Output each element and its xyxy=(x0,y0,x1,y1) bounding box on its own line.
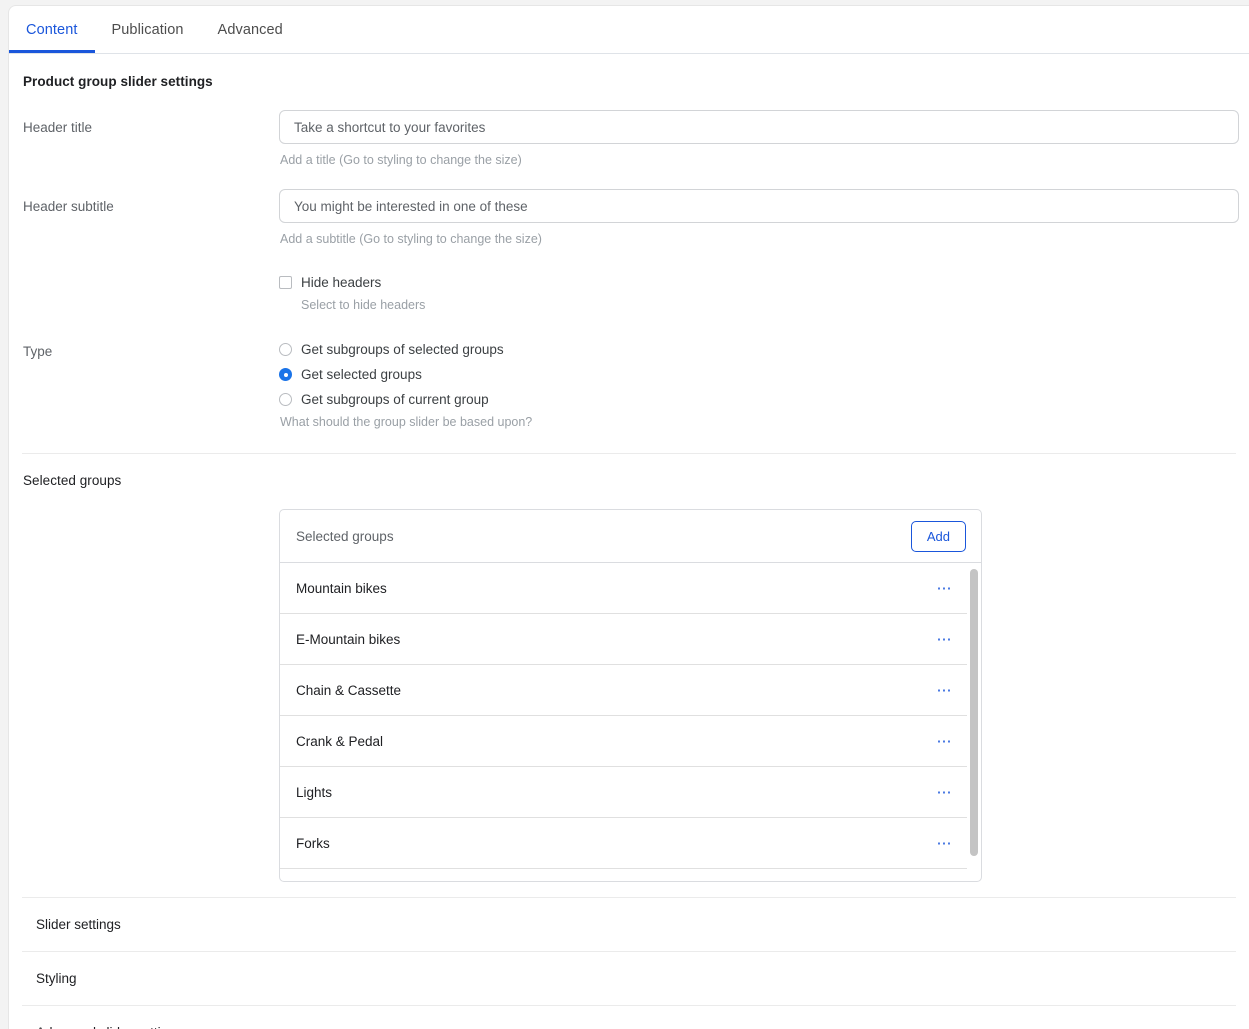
radio-subgroups-of-selected-groups[interactable] xyxy=(279,343,292,356)
type-row: Type Get subgroups of selected groups Ge… xyxy=(9,312,1249,429)
hide-headers-checkbox-row[interactable]: Hide headers xyxy=(279,275,1236,290)
header-title-row: Header title Add a title (Go to styling … xyxy=(9,89,1249,167)
hide-headers-field: Hide headers Select to hide headers xyxy=(279,275,1249,312)
header-subtitle-label: Header subtitle xyxy=(23,199,114,214)
hide-headers-spacer xyxy=(23,275,279,285)
radio-get-selected-groups[interactable] xyxy=(279,368,292,381)
hide-headers-row: Hide headers Select to hide headers xyxy=(9,246,1249,312)
more-horizontal-icon[interactable]: ⋯ xyxy=(937,683,968,698)
type-helper: What should the group slider be based up… xyxy=(280,415,533,429)
tab-publication[interactable]: Publication xyxy=(95,6,201,52)
header-subtitle-row: Header subtitle Add a subtitle (Go to st… xyxy=(9,167,1249,246)
hide-headers-checkbox[interactable] xyxy=(279,276,292,289)
hide-headers-label[interactable]: Hide headers xyxy=(301,275,381,290)
selected-groups-panel-title: Selected groups xyxy=(296,528,394,544)
settings-body: Product group slider settings Header tit… xyxy=(9,54,1249,1029)
header-title-label: Header title xyxy=(23,120,93,135)
tab-advanced[interactable]: Advanced xyxy=(201,6,300,52)
radio-label-get-selected-groups[interactable]: Get selected groups xyxy=(301,367,422,382)
radio-subgroups-of-current-group[interactable] xyxy=(279,393,292,406)
list-item-label: Crank & Pedal xyxy=(296,733,384,749)
section-styling[interactable]: Styling xyxy=(22,951,1236,1005)
add-group-button[interactable]: Add xyxy=(910,520,966,552)
header-title-input[interactable] xyxy=(279,110,1239,144)
settings-card: Content Publication Advanced Product gro… xyxy=(8,5,1249,1029)
header-subtitle-input[interactable] xyxy=(279,189,1239,223)
collapsed-sections: Slider settings Styling Advanced slider … xyxy=(9,882,1249,1029)
tab-bar: Content Publication Advanced xyxy=(9,6,1249,54)
more-horizontal-icon[interactable]: ⋯ xyxy=(937,632,968,647)
list-item[interactable]: E-Mountain bikes ⋯ xyxy=(280,614,967,665)
more-horizontal-icon[interactable]: ⋯ xyxy=(937,836,968,851)
selected-groups-list[interactable]: Mountain bikes ⋯ E-Mountain bikes ⋯ Chai… xyxy=(280,563,981,881)
more-horizontal-icon[interactable]: ⋯ xyxy=(937,581,968,596)
radio-label-subgroups-of-selected-groups[interactable]: Get subgroups of selected groups xyxy=(301,342,504,357)
header-subtitle-helper: Add a subtitle (Go to styling to change … xyxy=(280,232,542,246)
type-field: Get subgroups of selected groups Get sel… xyxy=(279,342,1249,429)
more-horizontal-icon[interactable]: ⋯ xyxy=(937,785,968,800)
radio-row-selected-groups[interactable]: Get selected groups xyxy=(279,367,1236,392)
list-item-label: Forks xyxy=(296,835,330,851)
section-title: Product group slider settings xyxy=(23,74,213,89)
selected-groups-panel-header: Selected groups Add xyxy=(280,510,981,563)
hide-headers-helper: Select to hide headers xyxy=(301,298,426,312)
header-title-field: Add a title (Go to styling to change the… xyxy=(279,110,1249,167)
list-item[interactable]: Mountain bikes ⋯ xyxy=(280,563,967,614)
section-advanced-slider-settings[interactable]: Advanced slider settings xyxy=(22,1005,1236,1029)
list-item-label: Chain & Cassette xyxy=(296,682,402,698)
radio-row-subgroups-current[interactable]: Get subgroups of current group xyxy=(279,392,1236,410)
header-subtitle-field: Add a subtitle (Go to styling to change … xyxy=(279,189,1249,246)
radio-row-subgroups-selected[interactable]: Get subgroups of selected groups xyxy=(279,342,1236,367)
list-scrollbar-thumb[interactable] xyxy=(970,569,978,856)
header-title-helper: Add a title (Go to styling to change the… xyxy=(280,153,522,167)
type-label: Type xyxy=(23,344,53,359)
more-horizontal-icon[interactable]: ⋯ xyxy=(937,734,968,749)
section-slider-settings[interactable]: Slider settings xyxy=(22,897,1236,951)
tab-content[interactable]: Content xyxy=(9,6,95,53)
list-item-partial[interactable] xyxy=(280,869,967,881)
list-item-label: Mountain bikes xyxy=(296,580,387,596)
list-item[interactable]: Lights ⋯ xyxy=(280,767,967,818)
selected-groups-panel-wrap: Selected groups Add Mountain bikes ⋯ E-M… xyxy=(9,488,1249,882)
selected-groups-panel: Selected groups Add Mountain bikes ⋯ E-M… xyxy=(279,509,982,882)
list-item[interactable]: Crank & Pedal ⋯ xyxy=(280,716,967,767)
list-item-label: Lights xyxy=(296,784,333,800)
list-item[interactable]: Chain & Cassette ⋯ xyxy=(280,665,967,716)
selected-groups-section-label: Selected groups xyxy=(23,473,122,488)
list-item-label: E-Mountain bikes xyxy=(296,631,401,647)
radio-label-subgroups-of-current-group[interactable]: Get subgroups of current group xyxy=(301,392,489,407)
list-scrollbar-track[interactable] xyxy=(970,563,978,863)
list-item[interactable]: Forks ⋯ xyxy=(280,818,967,869)
